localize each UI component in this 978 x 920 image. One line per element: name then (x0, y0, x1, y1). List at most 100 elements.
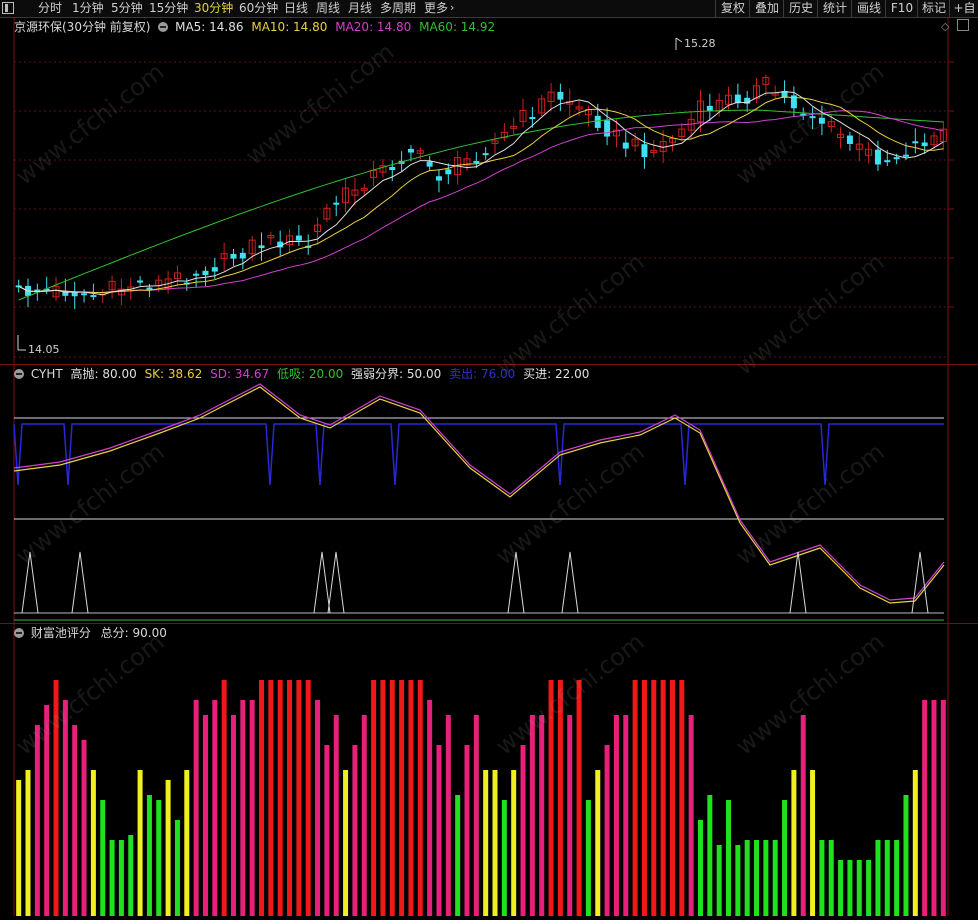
ma20-label: MA20: 14.80 (335, 20, 412, 34)
cyht-buy: 买进: 22.00 (523, 367, 590, 381)
pane-divider (0, 623, 978, 624)
score-bar (343, 770, 349, 916)
score-bar (884, 840, 890, 916)
candle-body (818, 117, 825, 124)
signal-triangle (21, 551, 39, 614)
score-bar (361, 715, 367, 916)
score-bar (847, 860, 853, 916)
high-price-label: 15.28 (684, 37, 716, 50)
score-bar (697, 820, 703, 916)
maximize-icon[interactable] (957, 19, 969, 31)
score-bar (595, 770, 601, 916)
candle-body (230, 253, 237, 259)
score-total: 总分: 90.00 (100, 626, 167, 640)
cyht-name: CYHT (30, 367, 63, 381)
score-bar (128, 835, 134, 916)
score-header: 财富池评分 总分: 90.00 (14, 625, 167, 641)
candle-body (912, 141, 919, 144)
score-bar (259, 680, 265, 916)
score-bar (305, 680, 311, 916)
score-bar (53, 680, 59, 916)
score-bar (754, 840, 760, 916)
candle-body (846, 135, 853, 144)
score-bar (632, 680, 638, 916)
sd-line (13, 383, 945, 601)
score-bar (735, 845, 741, 916)
score-bar (763, 840, 769, 916)
signal-triangle (507, 551, 525, 614)
candle-body (193, 273, 200, 276)
score-bar (427, 700, 433, 916)
score-bar (520, 745, 526, 916)
score-bar (716, 845, 722, 916)
signal-triangle (911, 551, 929, 614)
score-bar (782, 800, 788, 916)
ma20-line (18, 110, 944, 294)
sk-line (13, 386, 945, 604)
ma10-label: MA10: 14.80 (251, 20, 328, 34)
score-bar (567, 715, 573, 916)
candle-body (211, 267, 218, 272)
score-bar (810, 770, 816, 916)
score-bar (315, 700, 321, 916)
ma5-label: MA5: 14.86 (175, 20, 244, 34)
score-bar (165, 780, 171, 916)
ma10-line (18, 96, 944, 294)
signal-triangle (327, 551, 345, 614)
score-bar (436, 745, 442, 916)
score-bar (660, 680, 666, 916)
settings-icon[interactable] (158, 22, 169, 32)
score-bar (202, 715, 208, 916)
score-bar (511, 770, 517, 916)
score-bar (380, 680, 386, 916)
candle-body (884, 160, 891, 163)
score-bar (492, 770, 498, 916)
score-bar (408, 680, 414, 916)
diamond-icon[interactable]: ◇ (941, 20, 949, 33)
candle-body (604, 120, 611, 137)
score-bar (352, 745, 358, 916)
stock-chart[interactable]: 15.28 14.05 (0, 0, 978, 920)
stock-title: 京源环保(30分钟 前复权) (14, 20, 151, 34)
score-bar (277, 680, 283, 916)
score-bar (100, 800, 106, 916)
candle-body (407, 148, 414, 153)
candle-body (921, 142, 928, 147)
score-bar (81, 740, 87, 916)
score-bar (669, 680, 675, 916)
score-bar (838, 860, 844, 916)
score-bar (34, 725, 40, 916)
settings-icon[interactable] (14, 628, 24, 638)
candle-body (389, 166, 396, 171)
score-bar (548, 680, 554, 916)
score-bar (146, 795, 152, 916)
candle-body (137, 280, 144, 283)
candle-body (295, 235, 302, 241)
score-bar (268, 680, 274, 916)
ma5-line (18, 91, 944, 296)
score-bar (641, 680, 647, 916)
score-bar (371, 680, 377, 916)
candle-body (473, 161, 480, 164)
score-bar (333, 715, 339, 916)
score-bar (744, 840, 750, 916)
ma60-label: MA60: 14.92 (419, 20, 496, 34)
candle-body (557, 91, 564, 100)
score-bar (679, 680, 685, 916)
score-bar (324, 745, 330, 916)
candle-body (445, 169, 452, 175)
settings-icon[interactable] (14, 369, 24, 379)
signal-triangle (71, 551, 89, 614)
score-bar (399, 680, 405, 916)
score-bar (109, 840, 115, 916)
score-bar (174, 820, 180, 916)
candle-body (809, 116, 816, 119)
candle-body (258, 245, 265, 249)
score-bar (249, 700, 255, 916)
sell-line (13, 423, 944, 486)
cyht-dixi: 低吸: 20.00 (277, 367, 344, 381)
score-bar (417, 680, 423, 916)
score-bar (940, 700, 946, 916)
signal-triangle (561, 551, 579, 614)
candle-body (622, 142, 629, 149)
